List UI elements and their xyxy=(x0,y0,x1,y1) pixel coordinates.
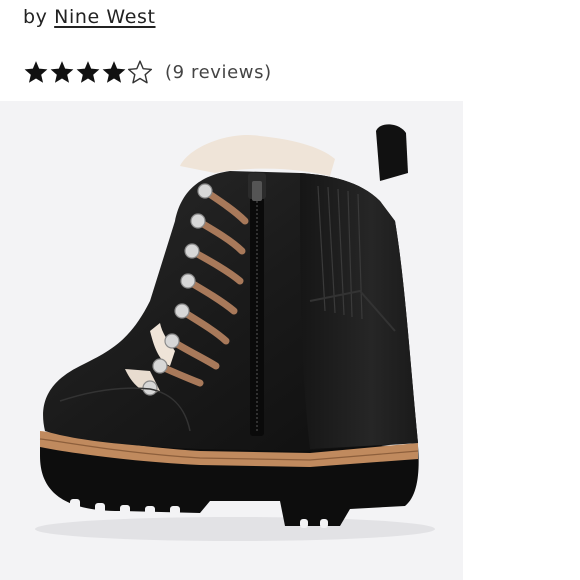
star-outline-icon xyxy=(127,60,153,84)
star-filled-icon xyxy=(24,61,48,83)
reviews-count-link[interactable]: (9 reviews) xyxy=(165,62,272,83)
brand-link[interactable]: Nine West xyxy=(54,6,155,28)
star-filled-icon xyxy=(76,61,100,83)
brand-byline: by Nine West xyxy=(23,6,156,28)
product-photo xyxy=(0,101,463,580)
byline-prefix: by xyxy=(23,6,48,28)
star-filled-icon xyxy=(50,61,74,83)
star-rating xyxy=(23,59,153,85)
rating-row: (9 reviews) xyxy=(23,56,272,88)
boot-illustration xyxy=(35,124,435,541)
star-filled-icon xyxy=(102,61,126,83)
